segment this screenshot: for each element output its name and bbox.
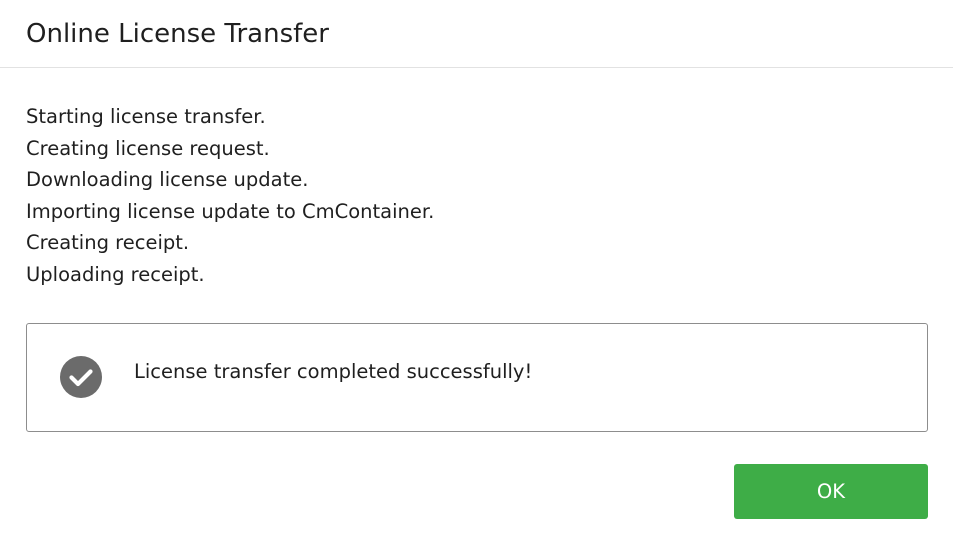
check-circle-icon	[60, 356, 102, 398]
log-line: Uploading receipt.	[26, 262, 205, 286]
dialog-title: Online License Transfer	[26, 19, 329, 49]
transfer-log: Starting license transfer. Creating lice…	[26, 101, 434, 290]
log-line: Importing license update to CmContainer.	[26, 199, 435, 223]
license-transfer-dialog: Online License Transfer Starting license…	[0, 0, 953, 546]
log-line: Creating license request.	[26, 136, 270, 160]
log-line: Downloading license update.	[26, 168, 309, 191]
ok-button[interactable]: OK	[734, 464, 928, 519]
success-message: License transfer completed successfully!	[134, 360, 533, 383]
log-line: Starting license transfer.	[26, 105, 266, 128]
success-status-box: License transfer completed successfully!	[26, 323, 928, 432]
log-line: Creating receipt.	[26, 231, 190, 254]
dialog-header: Online License Transfer	[0, 0, 953, 68]
